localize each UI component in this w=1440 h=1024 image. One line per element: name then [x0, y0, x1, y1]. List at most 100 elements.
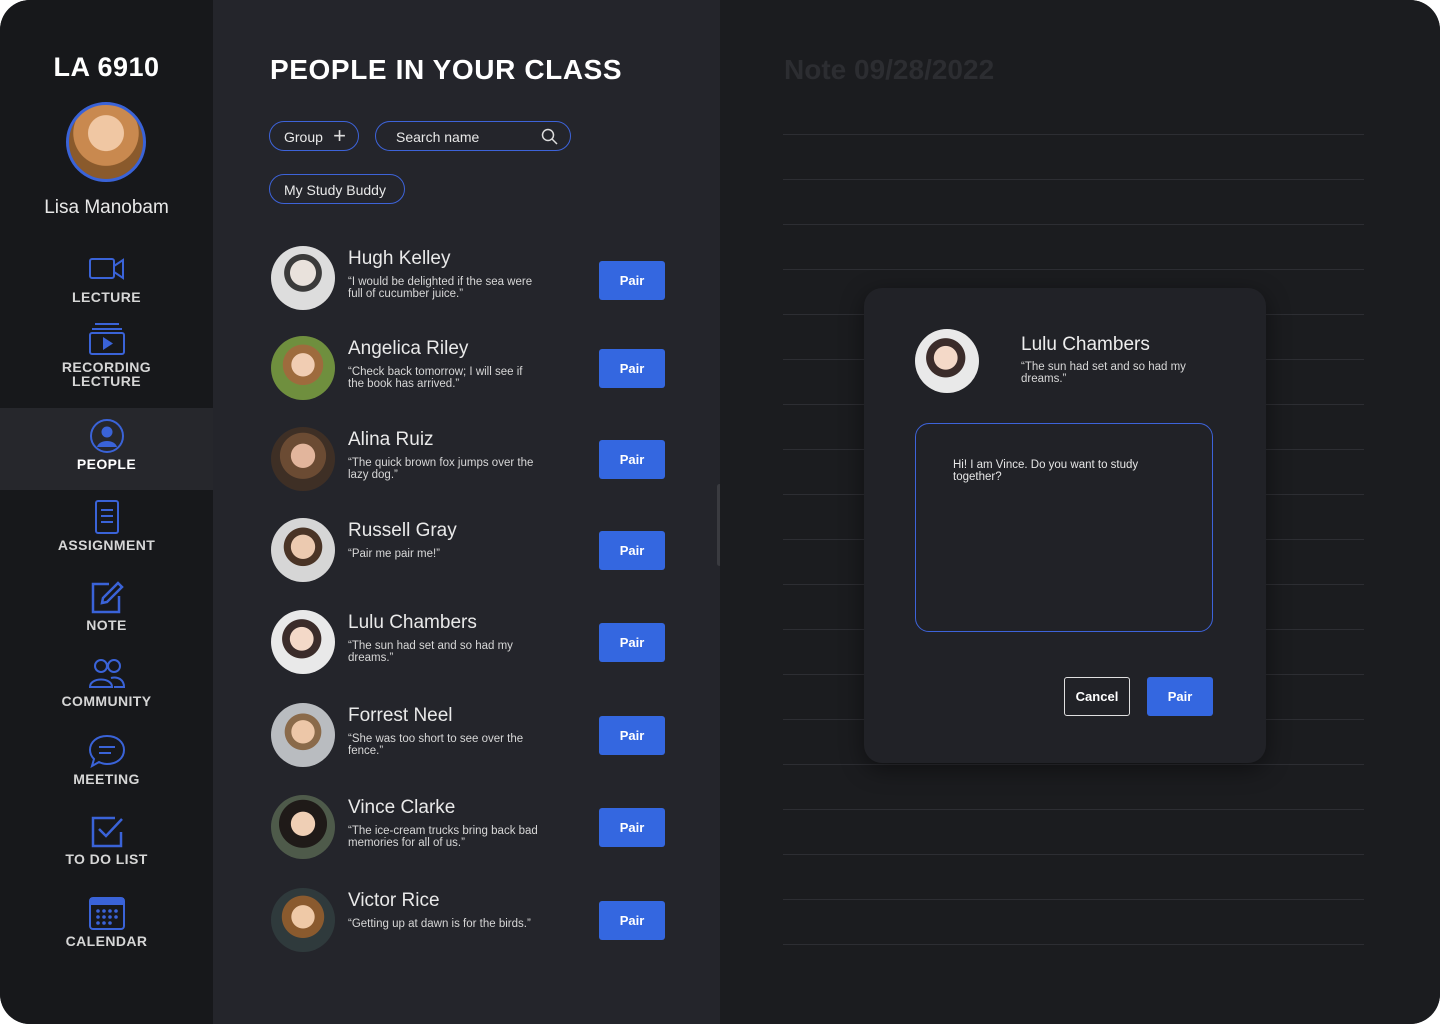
- note-line: [783, 179, 1364, 180]
- sidebar-item-label: PEOPLE: [76, 456, 137, 472]
- person-quote: “The ice-cream trucks bring back bad mem…: [348, 825, 538, 849]
- person-name: Hugh Kelley: [348, 248, 451, 269]
- avatar: [271, 518, 335, 582]
- my-study-buddy-button[interactable]: My Study Buddy: [269, 174, 405, 204]
- sidebar-item-label: ASSIGNMENT: [57, 537, 156, 553]
- person-quote: “The sun had set and so had my dreams.”: [348, 640, 513, 664]
- note-line: [783, 944, 1364, 945]
- list-item: Hugh Kelley “I would be delighted if the…: [271, 246, 671, 312]
- note-line: [783, 134, 1364, 135]
- sidebar-item-assignment[interactable]: ASSIGNMENT: [0, 500, 213, 552]
- user-circle-icon: [87, 419, 127, 453]
- sidebar-item-people[interactable]: PEOPLE: [0, 408, 213, 490]
- list-item: Forrest Neel “She was too short to see o…: [271, 703, 671, 769]
- play-stack-icon: [87, 322, 127, 356]
- list-item: Victor Rice “Getting up at dawn is for t…: [271, 888, 671, 954]
- avatar: [271, 246, 335, 310]
- avatar: [271, 610, 335, 674]
- user-name: Lisa Manobam: [44, 197, 169, 218]
- person-quote: “Check back tomorrow; I will see if the …: [348, 366, 523, 390]
- avatar: [271, 795, 335, 859]
- note-line: [783, 224, 1364, 225]
- group-label: Group: [284, 129, 323, 145]
- search-input[interactable]: Search name: [375, 121, 571, 151]
- note-line: [783, 764, 1364, 765]
- dialog-person-name: Lulu Chambers: [1021, 334, 1150, 355]
- pair-dialog: Lulu Chambers “The sun had set and so ha…: [864, 288, 1266, 763]
- pair-button[interactable]: Pair: [599, 901, 665, 940]
- list-item: Russell Gray “Pair me pair me!” Pair: [271, 518, 671, 584]
- list-item: Vince Clarke “The ice-cream trucks bring…: [271, 795, 671, 861]
- person-name: Angelica Riley: [348, 338, 469, 359]
- person-name: Russell Gray: [348, 520, 457, 541]
- course-title: LA 6910: [53, 52, 160, 82]
- sidebar-item-label: CALENDAR: [65, 933, 148, 949]
- sidebar-item-meeting[interactable]: MEETING: [0, 734, 213, 786]
- sidebar-item-label: LECTURE: [72, 289, 141, 305]
- document-icon: [87, 500, 127, 534]
- sidebar-item-lecture[interactable]: LECTURE: [0, 252, 213, 304]
- search-icon: [541, 128, 558, 145]
- group-button[interactable]: Group +: [269, 121, 359, 151]
- dialog-person-quote: “The sun had set and so had my dreams.”: [1021, 361, 1186, 385]
- avatar: [915, 329, 979, 393]
- pair-button[interactable]: Pair: [599, 531, 665, 570]
- note-title: Note 09/28/2022: [784, 54, 995, 85]
- person-quote: “She was too short to see over the fence…: [348, 733, 524, 757]
- person-quote: “I would be delighted if the sea were fu…: [348, 276, 533, 300]
- pair-button[interactable]: Pair: [599, 623, 665, 662]
- message-text: Hi! I am Vince. Do you want to study tog…: [953, 459, 1139, 483]
- pair-button[interactable]: Pair: [599, 716, 665, 755]
- sidebar-item-community[interactable]: COMMUNITY: [0, 656, 213, 708]
- avatar: [271, 427, 335, 491]
- edit-note-icon: [87, 580, 127, 614]
- pair-button[interactable]: Pair: [599, 440, 665, 479]
- list-item: Lulu Chambers “The sun had set and so ha…: [271, 610, 671, 676]
- list-item: Alina Ruiz “The quick brown fox jumps ov…: [271, 427, 671, 493]
- page-title: PEOPLE IN YOUR CLASS: [270, 54, 623, 85]
- study-buddy-label: My Study Buddy: [284, 182, 386, 198]
- sidebar-item-recording-lecture[interactable]: RECORDING LECTURE: [0, 322, 213, 388]
- person-quote: “Getting up at dawn is for the birds.”: [348, 918, 531, 930]
- chat-bubble-icon: [87, 734, 127, 769]
- person-name: Vince Clarke: [348, 797, 456, 818]
- pair-button[interactable]: Pair: [599, 349, 665, 388]
- calendar-icon: [87, 896, 127, 930]
- sidebar-item-label: RECORDING LECTURE: [61, 359, 152, 389]
- plus-icon: +: [333, 123, 346, 148]
- cancel-button[interactable]: Cancel: [1064, 677, 1130, 716]
- sidebar-item-to-do-list[interactable]: TO DO LIST: [0, 814, 213, 866]
- search-placeholder: Search name: [396, 129, 480, 145]
- message-textarea[interactable]: Hi! I am Vince. Do you want to study tog…: [915, 423, 1213, 632]
- sidebar-item-label: COMMUNITY: [61, 693, 152, 709]
- people-panel: PEOPLE IN YOUR CLASS Group + Search name…: [213, 0, 720, 1024]
- person-name: Lulu Chambers: [348, 612, 477, 633]
- avatar: [271, 703, 335, 767]
- note-line: [783, 899, 1364, 900]
- sidebar-item-label: MEETING: [73, 771, 140, 787]
- app-window: LA 6910 Lisa Manobam LECTURE RECORDING L…: [0, 0, 1440, 1024]
- avatar: [271, 888, 335, 952]
- note-line: [783, 809, 1364, 810]
- sidebar-item-label: NOTE: [86, 617, 127, 633]
- avatar[interactable]: [66, 102, 146, 182]
- sidebar-item-calendar[interactable]: CALENDAR: [0, 896, 213, 948]
- note-line: [783, 854, 1364, 855]
- users-icon: [87, 656, 127, 690]
- avatar: [271, 336, 335, 400]
- sidebar-item-note[interactable]: NOTE: [0, 580, 213, 632]
- person-name: Alina Ruiz: [348, 429, 434, 450]
- sidebar: LA 6910 Lisa Manobam LECTURE RECORDING L…: [0, 0, 213, 1024]
- checkbox-icon: [87, 814, 127, 848]
- person-quote: “Pair me pair me!”: [348, 548, 441, 560]
- person-name: Victor Rice: [348, 890, 440, 911]
- confirm-pair-button[interactable]: Pair: [1147, 677, 1213, 716]
- note-line: [783, 269, 1364, 270]
- video-camera-icon: [87, 252, 127, 286]
- person-name: Forrest Neel: [348, 705, 453, 726]
- sidebar-item-label: TO DO LIST: [65, 851, 148, 867]
- pair-button[interactable]: Pair: [599, 261, 665, 300]
- list-item: Angelica Riley “Check back tomorrow; I w…: [271, 336, 671, 402]
- person-quote: “The quick brown fox jumps over the lazy…: [348, 457, 534, 481]
- pair-button[interactable]: Pair: [599, 808, 665, 847]
